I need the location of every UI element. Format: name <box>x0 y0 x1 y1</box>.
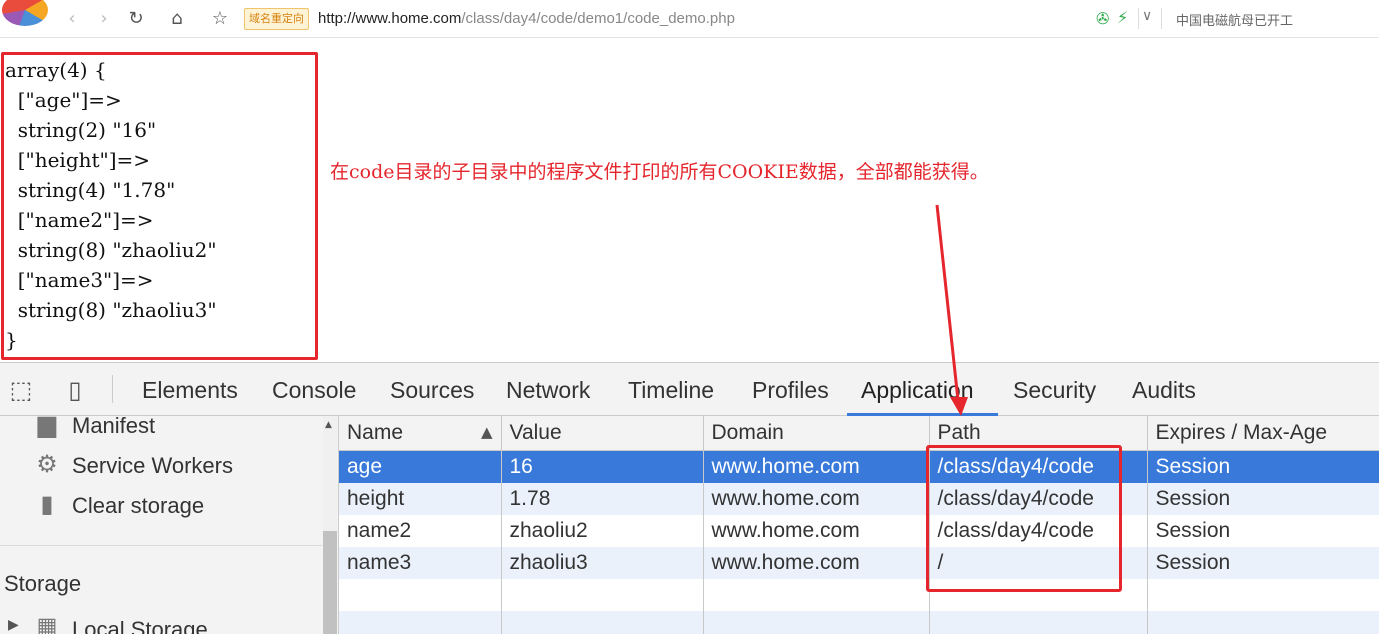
application-sidebar: ▆ Manifest ⚙ Service Workers ▮ Clear sto… <box>0 416 339 634</box>
sort-ascending-icon: ▲ <box>480 423 493 441</box>
empty-cell <box>703 579 930 611</box>
home-icon[interactable]: ⌂ <box>167 9 187 29</box>
cell-value: 1.78 <box>501 483 704 515</box>
empty-cell <box>501 611 704 634</box>
toolbar-divider <box>1138 8 1139 29</box>
tab-elements[interactable]: Elements <box>142 375 238 405</box>
cell-domain: www.home.com <box>703 483 930 515</box>
tab-sources[interactable]: Sources <box>390 375 474 405</box>
sidebar-divider <box>0 545 322 546</box>
dump-highlight-box <box>1 52 318 360</box>
column-header-label: Name <box>347 421 404 444</box>
empty-cell <box>1147 611 1379 634</box>
security-shield-icon[interactable]: ✇ <box>1096 9 1109 28</box>
inspect-element-icon[interactable]: ⬚ <box>6 375 36 405</box>
star-icon[interactable]: ☆ <box>210 9 230 29</box>
news-ticker[interactable]: 中国电磁航母已开工 <box>1176 10 1293 29</box>
empty-row <box>339 611 1379 634</box>
empty-cell <box>339 579 502 611</box>
manifest-icon: ▆ <box>37 416 57 438</box>
chevron-down-icon[interactable]: ∨ <box>1142 8 1152 24</box>
devtools-panel: ⬚ ▯ Elements Console Sources Network Tim… <box>0 362 1379 634</box>
table-row[interactable]: age 16 www.home.com/class/day4/code Session <box>339 450 1379 483</box>
table-row[interactable]: name2 zhaoliu2 www.home.com/class/day4/cod… <box>339 515 1379 547</box>
tab-application[interactable]: Application <box>861 375 974 405</box>
cell-domain: www.home.com <box>703 450 930 483</box>
cookies-table: Name ▲ Value Domain Path Expires / Max-Ag… <box>339 416 1379 634</box>
cell-domain: www.home.com <box>703 547 930 579</box>
grid-icon: ▦ <box>36 614 58 634</box>
devtools-tabbar: ⬚ ▯ Elements Console Sources Network Tim… <box>0 363 1379 416</box>
empty-cell <box>501 579 704 611</box>
toolbar-divider <box>1161 8 1162 29</box>
back-icon[interactable]: ‹ <box>62 9 82 29</box>
empty-cell <box>1147 579 1379 611</box>
device-mode-icon[interactable]: ▯ <box>60 375 90 405</box>
empty-cell <box>703 611 930 634</box>
sidebar-item-service-workers[interactable]: Service Workers <box>72 453 233 479</box>
url-host: http://www.home.com <box>318 10 462 27</box>
sidebar-item-clear-storage[interactable]: Clear storage <box>72 493 204 519</box>
cell-name: name3 <box>339 547 502 579</box>
cell-value: zhaoliu2 <box>501 515 704 547</box>
empty-cell <box>339 611 502 634</box>
gear-icon: ⚙ <box>36 450 58 478</box>
cell-expires: Session <box>1147 515 1379 547</box>
empty-cell <box>929 611 1148 634</box>
annotation-text: 在code目录的子目录中的程序文件打印的所有COOKIE数据，全部都能获得。 <box>330 161 989 183</box>
cell-name: name2 <box>339 515 502 547</box>
expand-triangle-icon[interactable]: ▶ <box>8 617 19 633</box>
tab-console[interactable]: Console <box>272 375 356 405</box>
sidebar-item-manifest[interactable]: Manifest <box>72 416 155 439</box>
tab-timeline[interactable]: Timeline <box>628 375 714 405</box>
table-header-row: Name ▲ Value Domain Path Expires / Max-Ag… <box>339 416 1379 451</box>
cookies-table-container: Name ▲ Value Domain Path Expires / Max-Ag… <box>339 416 1379 634</box>
cell-domain: www.home.com <box>703 515 930 547</box>
tabbar-divider <box>112 375 113 403</box>
sidebar-item-local-storage[interactable]: Local Storage <box>72 617 208 634</box>
column-header-expires[interactable]: Expires / Max-Age <box>1147 416 1379 451</box>
scroll-up-icon[interactable]: ▲ <box>325 420 332 430</box>
sidebar-section-storage: Storage <box>4 571 82 596</box>
column-header-name[interactable]: Name ▲ <box>339 416 502 451</box>
cell-name: height <box>339 483 502 515</box>
column-header-domain[interactable]: Domain <box>703 416 930 451</box>
forward-icon[interactable]: › <box>94 9 114 29</box>
table-row[interactable]: name3 zhaoliu3 www.home.com / Session <box>339 547 1379 579</box>
tab-audits[interactable]: Audits <box>1132 375 1196 405</box>
reload-icon[interactable]: ↻ <box>126 9 146 29</box>
trash-icon: ▮ <box>40 490 54 518</box>
browser-toolbar: ‹ › ↻ ⌂ ☆ 域名重定向 http://www.home.com/clas… <box>0 0 1379 38</box>
tab-security[interactable]: Security <box>1013 375 1096 405</box>
browser-logo-icon <box>2 0 48 26</box>
url-path: /class/day4/code/demo1/code_demo.php <box>461 10 735 27</box>
sidebar-scroll-thumb[interactable] <box>323 531 337 634</box>
speed-bolt-icon[interactable]: ⚡ <box>1117 8 1128 27</box>
cell-expires: Session <box>1147 547 1379 579</box>
column-header-value[interactable]: Value <box>501 416 704 451</box>
tab-profiles[interactable]: Profiles <box>752 375 829 405</box>
empty-row <box>339 579 1379 611</box>
cell-value: 16 <box>501 450 704 483</box>
tab-network[interactable]: Network <box>506 375 590 405</box>
table-row[interactable]: height 1.78 www.home.com/class/day4/code Se… <box>339 483 1379 515</box>
cell-expires: Session <box>1147 483 1379 515</box>
cell-expires: Session <box>1147 450 1379 483</box>
cell-value: zhaoliu3 <box>501 547 704 579</box>
cell-name: age <box>339 450 502 483</box>
redirect-badge: 域名重定向 <box>244 8 309 30</box>
path-highlight-box <box>926 445 1122 592</box>
address-bar[interactable]: http://www.home.com/class/day4/code/demo… <box>318 9 735 29</box>
